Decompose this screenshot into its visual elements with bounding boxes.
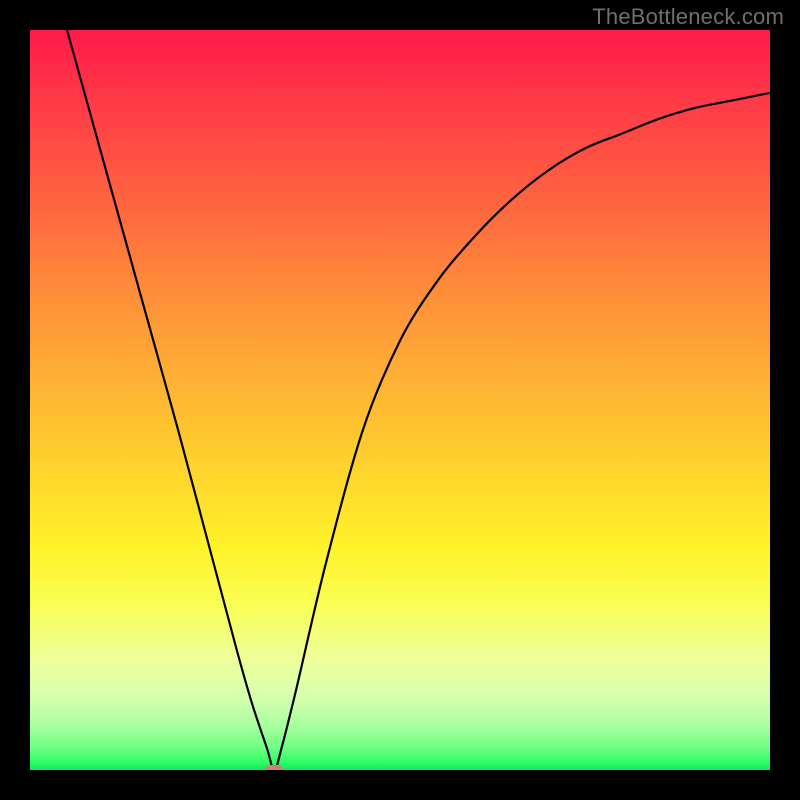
bottleneck-curve (67, 30, 770, 770)
plot-area (30, 30, 770, 770)
chart-frame: TheBottleneck.com (0, 0, 800, 800)
watermark-text: TheBottleneck.com (592, 4, 784, 30)
curve-layer (30, 30, 770, 770)
optimal-marker (265, 765, 283, 770)
